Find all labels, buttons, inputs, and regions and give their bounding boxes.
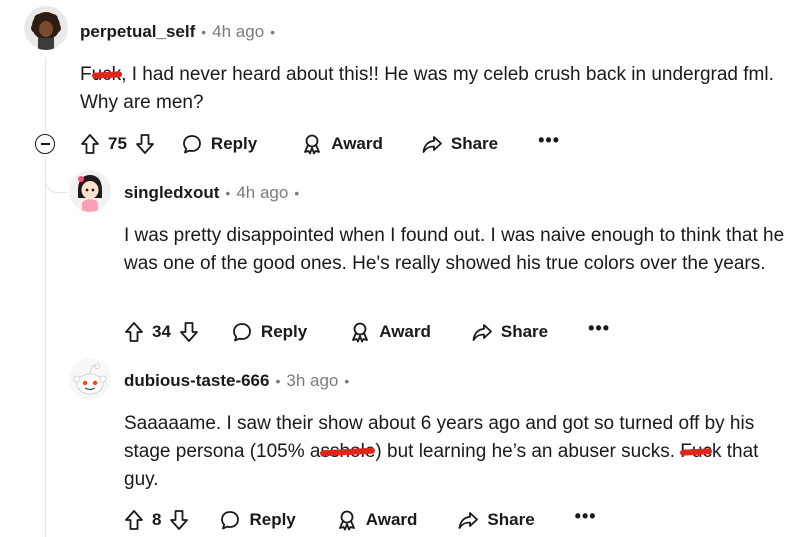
share-arrow-icon [472,324,492,341]
comment-actions: 75 Reply Award Share ••• [80,129,560,159]
comment-body: Saaaaame. I saw their show about 6 years… [124,410,794,494]
vote-controls: 8 [124,509,189,531]
award-ribbon-icon [304,134,321,155]
upvote-arrow-icon [81,134,99,154]
comment-text: Saaaaame. I saw their show about 6 years… [124,410,794,494]
comment-body: Fuck, I had never heard about this!! He … [80,61,780,117]
comment-text-part: F [80,64,92,85]
share-arrow-icon [459,512,479,529]
vote-controls: 34 [124,321,199,343]
award-ribbon-icon [338,510,355,531]
avatar[interactable] [24,6,68,50]
separator-dot: • [270,24,276,40]
vote-controls: 75 [80,133,155,155]
separator-dot: • [344,373,350,389]
separator-dot: • [294,185,300,201]
minus-icon [40,143,50,145]
reply-label: Reply [249,510,296,529]
award-button[interactable]: Award [301,133,383,155]
red-scribble [680,447,713,456]
comment-actions: 34 Reply Award Share ••• [124,317,610,347]
censor-mark: Fuc [680,441,713,462]
share-button[interactable]: Share [471,321,548,343]
avatar-image-icon [69,358,111,400]
comment-text-part: , I had never heard about this!! He was … [80,64,774,113]
downvote-button[interactable] [169,509,189,531]
censor-mark: uck [91,64,122,85]
avatar[interactable] [69,358,111,400]
speech-bubble-icon [233,323,251,342]
vote-count: 8 [152,510,162,529]
downvote-arrow-icon [180,322,198,342]
comment-meta: dubious-taste-666 • 3h ago • [124,370,355,392]
vote-count: 34 [152,322,171,341]
award-label: Award [379,322,431,341]
reply-button[interactable]: Reply [181,133,257,155]
comment-body: I was pretty disappointed when I found o… [124,222,794,278]
speech-bubble-icon [183,135,201,154]
award-label: Award [365,510,418,529]
thread-line [45,157,46,537]
award-ribbon-icon [352,322,369,343]
collapse-thread-button[interactable] [35,134,55,154]
reply-label: Reply [210,134,258,153]
timestamp[interactable]: 3h ago [286,370,338,392]
downvote-button[interactable] [135,133,155,155]
thread-line [45,58,46,132]
reply-button[interactable]: Reply [231,321,307,343]
reply-label: Reply [260,322,308,341]
avatar[interactable] [69,170,111,212]
upvote-arrow-icon [125,510,143,530]
share-button[interactable]: Share [421,133,498,155]
thread-connector [45,158,67,193]
comment-text-part: ) but learning he’s an abuser sucks. [375,441,681,462]
upvote-button[interactable] [80,133,100,155]
upvote-button[interactable] [124,509,144,531]
comment-meta: perpetual_self • 4h ago • [80,21,281,43]
downvote-arrow-icon [136,134,154,154]
more-options-button[interactable]: ••• [588,319,610,341]
red-scribble [91,70,122,79]
award-button[interactable]: Award [336,509,418,531]
separator-dot: • [275,373,281,389]
timestamp[interactable]: 4h ago [236,182,288,204]
reply-button[interactable]: Reply [219,509,296,531]
censor-mark: sshole [320,441,376,462]
downvote-button[interactable] [179,321,199,343]
share-label: Share [450,134,499,153]
share-label: Share [500,322,549,341]
upvote-button[interactable] [124,321,144,343]
share-button[interactable]: Share [457,509,535,531]
comment-text: Fuck, I had never heard about this!! He … [80,61,780,117]
vote-count: 75 [108,134,127,153]
more-options-button[interactable]: ••• [575,507,597,529]
avatar-image-icon [69,170,111,212]
separator-dot: • [201,24,207,40]
comment-text: I was pretty disappointed when I found o… [124,225,785,274]
downvote-arrow-icon [170,510,189,530]
username[interactable]: perpetual_self [80,21,195,43]
comment-meta: singledxout • 4h ago • [124,182,305,204]
award-button[interactable]: Award [349,321,431,343]
more-options-button[interactable]: ••• [538,131,560,153]
upvote-arrow-icon [125,322,143,342]
share-label: Share [487,510,535,529]
speech-bubble-icon [221,511,240,530]
username[interactable]: singledxout [124,182,219,204]
timestamp[interactable]: 4h ago [212,21,264,43]
separator-dot: • [225,185,231,201]
username[interactable]: dubious-taste-666 [124,370,269,392]
avatar-image-icon [24,6,68,50]
share-arrow-icon [422,136,442,153]
comment-actions: 8 Reply Award Share ••• [124,505,597,535]
award-label: Award [331,134,383,153]
